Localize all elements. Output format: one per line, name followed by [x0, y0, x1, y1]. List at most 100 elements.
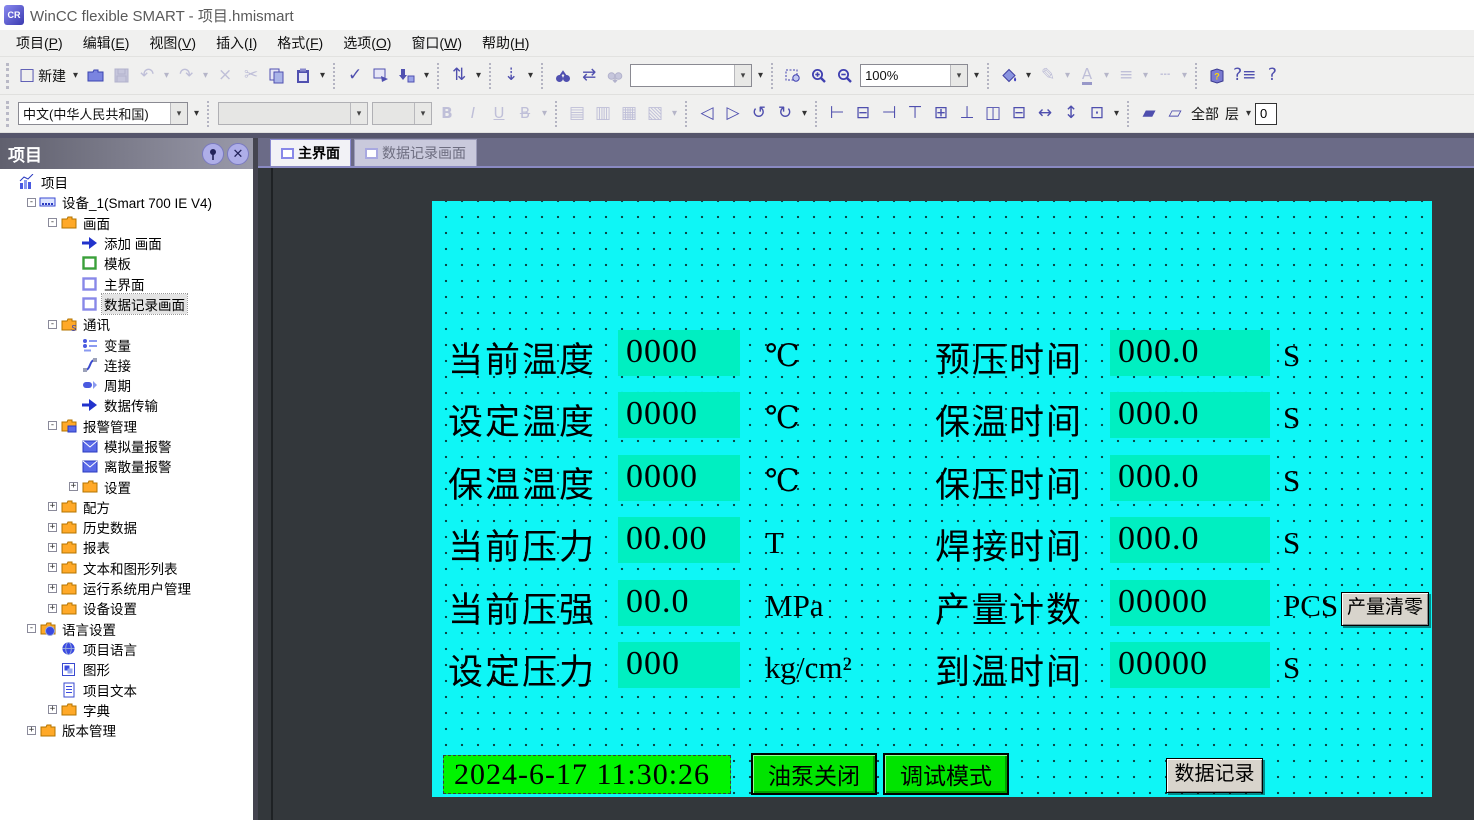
- tree-item-14[interactable]: 离散量报警: [0, 456, 253, 476]
- text-align-dropdown[interactable]: ▾: [668, 108, 681, 119]
- tree-item-21[interactable]: +设备设置: [0, 598, 253, 618]
- flip-horizontal-button[interactable]: ◁: [694, 100, 720, 128]
- send-backward-button[interactable]: ▱: [1162, 100, 1188, 128]
- tree-item-7[interactable]: -S通讯: [0, 314, 253, 334]
- center-horizontally-button[interactable]: ◫: [980, 100, 1006, 128]
- tree-item-26[interactable]: +字典: [0, 700, 253, 720]
- transfer-dropdown[interactable]: ▾: [420, 70, 433, 81]
- rotate-right-button[interactable]: ↻: [772, 100, 798, 128]
- find-in-dropdown[interactable]: ▾: [524, 70, 537, 81]
- fill-color-dropdown[interactable]: ▾: [1022, 70, 1035, 81]
- tab-main-screen[interactable]: 主界面: [270, 139, 351, 166]
- layer-number-input[interactable]: [1255, 103, 1277, 125]
- debug-mode-button[interactable]: 调试模式: [883, 753, 1009, 795]
- search-combo-dropdown[interactable]: ▾: [754, 70, 767, 81]
- sort-dropdown[interactable]: ▾: [472, 70, 485, 81]
- zoom-out-button[interactable]: [832, 62, 858, 90]
- collapse-icon[interactable]: -: [27, 198, 36, 207]
- io-field-到温时间[interactable]: 00000: [1110, 642, 1270, 688]
- chevron-down-icon[interactable]: ▾: [170, 103, 187, 124]
- chevron-down-icon[interactable]: ▾: [414, 103, 431, 124]
- io-field-保压时间[interactable]: 000.0: [1110, 455, 1270, 501]
- align-dropdown[interactable]: ▾: [1110, 108, 1123, 119]
- tree-item-25[interactable]: 项目文本: [0, 679, 253, 699]
- tree-item-2[interactable]: -画面: [0, 213, 253, 233]
- center-vertically-button[interactable]: ⊟: [1006, 100, 1032, 128]
- menu-item-6[interactable]: 窗口(W): [401, 30, 472, 56]
- expand-icon[interactable]: +: [48, 543, 57, 552]
- sort-button[interactable]: ⇅: [446, 62, 472, 90]
- tree-item-6[interactable]: 数据记录画面: [0, 294, 253, 314]
- find-button[interactable]: [550, 62, 576, 90]
- menu-item-0[interactable]: 项目(P): [6, 30, 73, 56]
- datetime-display[interactable]: 2024-6-17 11:30:26: [443, 755, 731, 794]
- expand-icon[interactable]: +: [48, 502, 57, 511]
- clear-count-button[interactable]: 产量清零: [1341, 592, 1429, 626]
- io-field-当前压力[interactable]: 00.00: [618, 517, 740, 563]
- flip-vertical-button[interactable]: ▷: [720, 100, 746, 128]
- layer-dropdown[interactable]: ▾: [1242, 108, 1255, 119]
- tree-item-5[interactable]: 主界面: [0, 273, 253, 293]
- fill-color-button[interactable]: [996, 62, 1022, 90]
- chevron-down-icon[interactable]: ▾: [734, 65, 751, 86]
- io-field-保温时间[interactable]: 000.0: [1110, 392, 1270, 438]
- tree-item-9[interactable]: 连接: [0, 355, 253, 375]
- open-button[interactable]: [82, 62, 108, 90]
- expand-icon[interactable]: +: [69, 482, 78, 491]
- io-field-当前温度[interactable]: 0000: [618, 330, 740, 376]
- line-style-dropdown[interactable]: ▾: [1178, 70, 1191, 81]
- expand-icon[interactable]: +: [48, 705, 57, 714]
- line-width-dropdown[interactable]: ▾: [1139, 70, 1152, 81]
- chevron-down-icon[interactable]: ▾: [350, 103, 367, 124]
- zoom-in-button[interactable]: [806, 62, 832, 90]
- copy-button[interactable]: [264, 62, 290, 90]
- tree-item-24[interactable]: 图形: [0, 659, 253, 679]
- tree-item-8[interactable]: 变量: [0, 334, 253, 354]
- expand-icon[interactable]: +: [27, 726, 36, 735]
- undo-dropdown[interactable]: ▾: [160, 70, 173, 81]
- tree-item-17[interactable]: +历史数据: [0, 517, 253, 537]
- hmi-canvas[interactable]: 2024-6-17 11:30:26 油泵关闭 调试模式 数据记录 当前温度00…: [432, 201, 1432, 797]
- menu-item-5[interactable]: 选项(O): [333, 30, 401, 56]
- check-consistency-button[interactable]: ✓: [342, 62, 368, 90]
- io-field-焊接时间[interactable]: 000.0: [1110, 517, 1270, 563]
- paste-button[interactable]: [290, 62, 316, 90]
- collapse-icon[interactable]: -: [48, 421, 57, 430]
- pin-icon[interactable]: [202, 143, 224, 165]
- align-middle-button[interactable]: ⊞: [928, 100, 954, 128]
- replace-button[interactable]: ⇄: [576, 62, 602, 90]
- font-color-dropdown[interactable]: ▾: [1100, 70, 1113, 81]
- menu-item-7[interactable]: 帮助(H): [472, 30, 539, 56]
- equal-size-button[interactable]: ⊡: [1084, 100, 1110, 128]
- collapse-icon[interactable]: -: [48, 320, 57, 329]
- collapse-icon[interactable]: -: [48, 218, 57, 227]
- align-left-button[interactable]: ⊢: [824, 100, 850, 128]
- search-combo[interactable]: ▾: [630, 64, 752, 87]
- paste-dropdown[interactable]: ▾: [316, 70, 329, 81]
- tree-item-13[interactable]: 模拟量报警: [0, 436, 253, 456]
- menu-item-1[interactable]: 编辑(E): [73, 30, 140, 56]
- io-field-产量计数[interactable]: 00000: [1110, 580, 1270, 626]
- tree-item-27[interactable]: +版本管理: [0, 720, 253, 740]
- expand-icon[interactable]: +: [48, 523, 57, 532]
- menu-item-2[interactable]: 视图(V): [139, 30, 206, 56]
- language-dropdown[interactable]: ▾: [190, 108, 203, 119]
- tree-item-22[interactable]: -语言设置: [0, 619, 253, 639]
- text-style-dropdown[interactable]: ▾: [538, 108, 551, 119]
- close-icon[interactable]: ✕: [227, 143, 249, 165]
- collapse-icon[interactable]: -: [27, 624, 36, 633]
- io-field-设定压力[interactable]: 000: [618, 642, 740, 688]
- tree-item-0[interactable]: 项目: [0, 172, 253, 192]
- tree-item-15[interactable]: +设置: [0, 476, 253, 496]
- io-field-预压时间[interactable]: 000.0: [1110, 330, 1270, 376]
- tree-item-3[interactable]: 添加 画面: [0, 233, 253, 253]
- io-field-保温温度[interactable]: 0000: [618, 455, 740, 501]
- tree-item-12[interactable]: -报警管理: [0, 416, 253, 436]
- align-bottom-button[interactable]: ⊥: [954, 100, 980, 128]
- tree-item-10[interactable]: 周期: [0, 375, 253, 395]
- align-top-button[interactable]: ⊤: [902, 100, 928, 128]
- tree-item-1[interactable]: -设备_1(Smart 700 IE V4): [0, 192, 253, 212]
- find-in-project-button[interactable]: ⇣: [498, 62, 524, 90]
- zoom-combo-dropdown[interactable]: ▾: [970, 70, 983, 81]
- new-button[interactable]: □新建: [16, 62, 69, 90]
